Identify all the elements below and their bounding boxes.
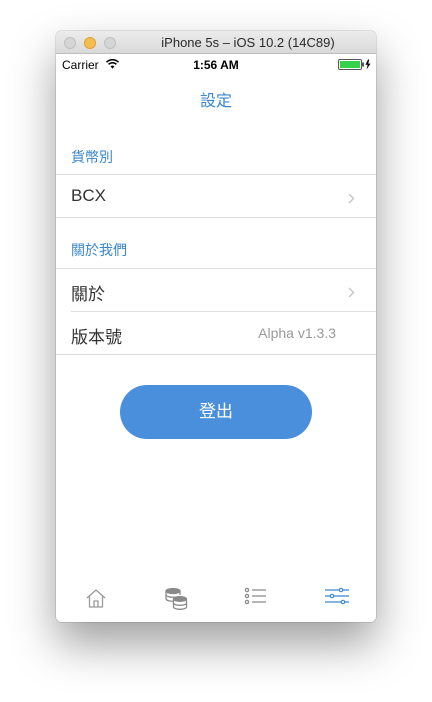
home-icon [86,589,106,608]
page-title: 設定 [199,93,232,110]
simulator-window: iPhone 5s – iOS 10.2 (14C89) Carrier 1:5… [56,31,376,622]
device-screen: Carrier 1:56 AM 設定 貨幣別 BCX 關於我們 關於 版本號 A… [56,54,376,622]
window-titlebar: iPhone 5s – iOS 10.2 (14C89) [56,31,376,54]
zoom-window-button[interactable] [104,37,116,49]
version-value: Alpha v1.3.3 [258,325,336,341]
divider [56,217,376,218]
chevron-right-icon [348,193,355,204]
settings-row-currency[interactable]: BCX [56,175,376,217]
coins-icon [165,587,188,610]
tab-settings[interactable] [296,573,376,622]
section-header-about-us: 關於我們 [71,242,127,258]
tab-list[interactable] [216,573,296,622]
battery-icon [338,59,371,70]
logout-button[interactable]: 登出 [120,385,312,439]
navigation-bar: 設定 [56,74,376,118]
close-window-button[interactable] [64,37,76,49]
row-label: 版本號 [71,328,122,347]
tab-home[interactable] [56,573,136,622]
status-time: 1:56 AM [193,58,239,72]
chevron-right-icon [348,287,355,298]
list-icon [244,587,266,605]
settings-row-version: 版本號 Alpha v1.3.3 [56,312,376,354]
row-label: BCX [71,186,106,205]
window-title: iPhone 5s – iOS 10.2 (14C89) [161,35,335,50]
settings-sliders-icon [325,587,349,605]
divider [56,354,376,355]
minimize-window-button[interactable] [84,37,96,49]
settings-row-about[interactable]: 關於 [56,269,376,311]
row-label: 關於 [71,285,105,304]
tab-bar [56,573,376,622]
tab-coins[interactable] [136,573,216,622]
section-header-currency: 貨幣別 [71,149,113,165]
status-bar: Carrier 1:56 AM [56,54,376,74]
